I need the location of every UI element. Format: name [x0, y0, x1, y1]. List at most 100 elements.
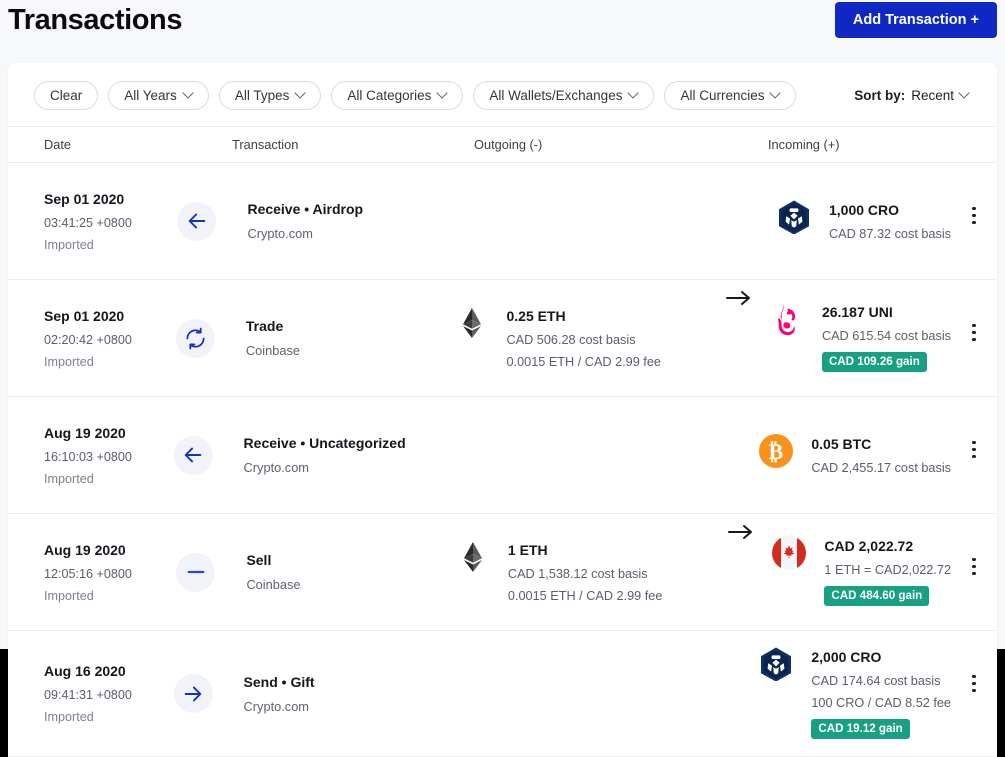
outgoing-detail: CAD 506.28 cost basis — [507, 333, 661, 347]
transaction-wallet: Crypto.com — [244, 460, 449, 475]
incoming-amount: CAD 2,022.72 — [824, 538, 951, 554]
cro-icon — [759, 647, 793, 681]
chevron-down-icon — [184, 89, 193, 98]
page-header: Transactions Add Transaction + — [0, 0, 1005, 60]
incoming-detail: CAD 174.64 cost basis — [811, 674, 951, 688]
filter-all-currencies-label: All Currencies — [680, 88, 764, 103]
table-header: Date Transaction Outgoing (-) Incoming (… — [8, 126, 997, 163]
transaction-wallet: Coinbase — [246, 577, 455, 592]
transaction-date: Aug 19 2020 — [44, 425, 174, 441]
clear-filters-label: Clear — [50, 88, 82, 103]
transaction-title: Sell — [246, 552, 455, 568]
table-row[interactable]: Sep 01 2020 02:20:42 +0800 Imported Trad… — [8, 280, 997, 397]
table-row[interactable]: Aug 19 2020 12:05:16 +0800 Imported Sell… — [8, 514, 997, 631]
sort-by-value: Recent — [911, 88, 954, 103]
transaction-time: 16:10:03 +0800 — [44, 450, 174, 464]
outgoing-detail: 0.0015 ETH / CAD 2.99 fee — [508, 589, 662, 603]
incoming-cell: ₿ 0.05 BTC CAD 2,455.17 cost basis — [759, 436, 951, 475]
sort-by-label: Sort by: — [854, 88, 905, 103]
transaction-title: Receive • Airdrop — [247, 201, 458, 217]
filter-all-categories[interactable]: All Categories — [331, 81, 463, 110]
svg-text:₿: ₿ — [769, 439, 784, 464]
filter-bar: Clear All Years All Types All Categories… — [8, 63, 997, 126]
transaction-source: Imported — [44, 472, 174, 486]
btc-icon: ₿ — [759, 434, 793, 468]
incoming-amount: 1,000 CRO — [829, 202, 951, 218]
table-row[interactable]: Aug 19 2020 16:10:03 +0800 Imported Rece… — [8, 397, 997, 514]
incoming-cell: 26.187 UNI CAD 615.54 cost basis CAD 109.… — [770, 304, 951, 372]
transaction-source: Imported — [44, 710, 174, 724]
transaction-wallet: Crypto.com — [247, 226, 458, 241]
chevron-down-icon — [438, 89, 447, 98]
outgoing-cell: 0.25 ETH CAD 506.28 cost basis0.0015 ETH… — [455, 308, 708, 369]
transaction-title: Receive • Uncategorized — [244, 435, 449, 451]
transaction-info-cell: Sell Coinbase — [246, 552, 455, 592]
row-menu-button[interactable] — [951, 324, 997, 341]
row-menu-button[interactable] — [951, 558, 997, 575]
transaction-date-cell: Aug 16 2020 09:41:31 +0800 Imported — [44, 663, 174, 724]
incoming-cell: 2,000 CRO CAD 174.64 cost basis100 CRO /… — [759, 649, 951, 739]
transaction-time: 02:20:42 +0800 — [44, 333, 176, 347]
incoming-amount: 0.05 BTC — [811, 436, 951, 452]
incoming-gain-badge: CAD 484.60 gain — [824, 586, 929, 606]
transaction-date: Aug 19 2020 — [44, 542, 176, 558]
incoming-detail: 1 ETH = CAD2,022.72 — [824, 563, 951, 577]
transaction-wallet: Coinbase — [246, 343, 455, 358]
transaction-info-cell: Receive • Airdrop Crypto.com — [247, 201, 458, 241]
uni-icon — [770, 302, 804, 336]
transaction-source: Imported — [44, 238, 177, 252]
column-header-incoming: Incoming (+) — [768, 137, 997, 152]
clear-filters-button[interactable]: Clear — [34, 81, 98, 110]
page-title: Transactions — [8, 0, 182, 40]
arrow-left-icon — [177, 202, 216, 241]
transaction-date: Sep 01 2020 — [44, 308, 176, 324]
transaction-date-cell: Aug 19 2020 16:10:03 +0800 Imported — [44, 425, 174, 486]
swap-icon — [176, 319, 215, 358]
transaction-title: Send • Gift — [244, 674, 449, 690]
column-header-outgoing: Outgoing (-) — [474, 137, 768, 152]
viewport-edge-left — [0, 649, 8, 757]
sort-by-control[interactable]: Sort by: Recent — [854, 88, 975, 103]
incoming-detail: CAD 2,455.17 cost basis — [811, 461, 951, 475]
outgoing-detail: 0.0015 ETH / CAD 2.99 fee — [507, 355, 661, 369]
transaction-date: Sep 01 2020 — [44, 191, 177, 207]
outgoing-detail: CAD 1,538.12 cost basis — [508, 567, 662, 581]
transaction-date-cell: Sep 01 2020 02:20:42 +0800 Imported — [44, 308, 176, 369]
incoming-gain-badge: CAD 19.12 gain — [811, 719, 909, 739]
filter-all-types-label: All Types — [235, 88, 290, 103]
chevron-down-icon — [771, 89, 780, 98]
filter-all-wallets[interactable]: All Wallets/Exchanges — [473, 81, 654, 110]
row-menu-button[interactable] — [951, 441, 997, 458]
transaction-source: Imported — [44, 589, 176, 603]
minus-icon — [176, 553, 215, 592]
transaction-date-cell: Sep 01 2020 03:41:25 +0800 Imported — [44, 191, 177, 252]
incoming-gain-badge: CAD 109.26 gain — [822, 352, 927, 372]
transaction-source: Imported — [44, 355, 176, 369]
filter-all-categories-label: All Categories — [347, 88, 431, 103]
chevron-down-icon — [960, 89, 969, 98]
transaction-info-cell: Receive • Uncategorized Crypto.com — [244, 435, 449, 475]
table-row[interactable]: Aug 16 2020 09:41:31 +0800 Imported Send… — [8, 631, 997, 756]
row-menu-button[interactable] — [951, 207, 997, 224]
row-menu-button[interactable] — [951, 675, 997, 692]
transactions-list: Sep 01 2020 03:41:25 +0800 Imported Rece… — [8, 163, 997, 756]
transaction-time: 12:05:16 +0800 — [44, 567, 176, 581]
incoming-amount: 26.187 UNI — [822, 304, 951, 320]
arrow-left-icon — [174, 436, 213, 475]
filter-all-wallets-label: All Wallets/Exchanges — [489, 88, 622, 103]
add-transaction-button[interactable]: Add Transaction + — [835, 2, 997, 38]
incoming-detail: CAD 615.54 cost basis — [822, 329, 951, 343]
transaction-time: 09:41:31 +0800 — [44, 688, 174, 702]
incoming-cell: CAD 2,022.72 1 ETH = CAD2,022.72 CAD 484.… — [772, 538, 951, 606]
table-row[interactable]: Sep 01 2020 03:41:25 +0800 Imported Rece… — [8, 163, 997, 280]
incoming-detail: CAD 87.32 cost basis — [829, 227, 951, 241]
arrow-right-icon — [710, 522, 772, 542]
viewport-edge-right — [997, 649, 1005, 757]
transaction-wallet: Crypto.com — [244, 699, 449, 714]
filter-all-years[interactable]: All Years — [108, 81, 209, 110]
chevron-down-icon — [629, 89, 638, 98]
filter-all-types[interactable]: All Types — [219, 81, 322, 110]
cad-icon — [772, 536, 806, 570]
filter-all-currencies[interactable]: All Currencies — [664, 81, 796, 110]
filter-all-years-label: All Years — [124, 88, 177, 103]
